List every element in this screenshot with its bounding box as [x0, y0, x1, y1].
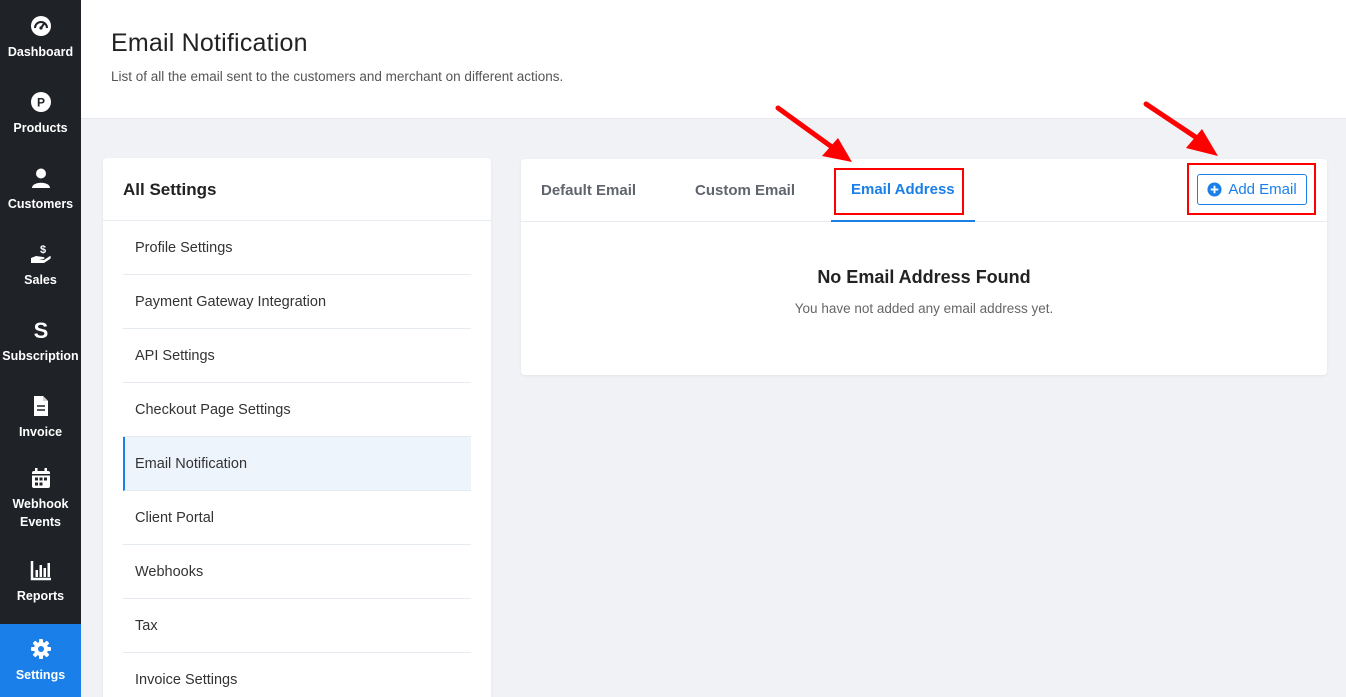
- settings-item-invoice-settings[interactable]: Invoice Settings: [123, 653, 471, 697]
- settings-item-api-settings[interactable]: API Settings: [123, 329, 471, 383]
- settings-item-webhooks[interactable]: Webhooks: [123, 545, 471, 599]
- settings-item-checkout-page-settings[interactable]: Checkout Page Settings: [123, 383, 471, 437]
- user-icon: [30, 167, 52, 189]
- empty-state-title: No Email Address Found: [817, 267, 1031, 287]
- product-p-icon: P: [30, 91, 52, 113]
- sidebar-item-products[interactable]: P Products: [0, 76, 81, 152]
- settings-list: Profile Settings Payment Gateway Integra…: [123, 221, 471, 697]
- sidebar-item-webhook-events[interactable]: Webhook Events: [0, 456, 81, 542]
- annotation-highlight-add-button: [1187, 163, 1316, 215]
- sidebar-item-label: Invoice: [18, 425, 63, 439]
- sidebar-item-customers[interactable]: Customers: [0, 152, 81, 228]
- sidebar-item-invoice[interactable]: Invoice: [0, 380, 81, 456]
- sidebar-item-label: Dashboard: [7, 45, 74, 59]
- tab-default-email[interactable]: Default Email: [541, 159, 636, 222]
- gauge-icon: [30, 15, 52, 37]
- annotation-arrow-icon: [775, 105, 852, 162]
- sidebar-item-label: Webhook Events: [12, 497, 69, 529]
- settings-item-profile-settings[interactable]: Profile Settings: [123, 221, 471, 275]
- annotation-highlight-tab: [834, 168, 964, 215]
- page-subtitle: List of all the email sent to the custom…: [111, 69, 564, 84]
- sidebar-item-label: Subscription: [2, 349, 79, 363]
- sidebar-item-dashboard[interactable]: Dashboard: [0, 0, 81, 76]
- gear-icon: [30, 638, 52, 660]
- empty-state-description: You have not added any email address yet…: [794, 301, 1054, 316]
- sidebar-item-label: Customers: [7, 197, 74, 211]
- sidebar-item-label: Settings: [15, 667, 66, 682]
- settings-item-email-notification[interactable]: Email Notification: [123, 437, 471, 491]
- sidebar-item-label: Sales: [24, 273, 57, 287]
- calendar-icon: [30, 467, 52, 489]
- settings-item-payment-gateway-integration[interactable]: Payment Gateway Integration: [123, 275, 471, 329]
- sidebar-item-subscription[interactable]: S Subscription: [0, 304, 81, 380]
- sidebar: Dashboard P Products Customers $ Sales S…: [0, 0, 81, 697]
- annotation-arrow-icon: [1143, 101, 1218, 156]
- svg-text:S: S: [33, 319, 48, 341]
- sidebar-item-reports[interactable]: Reports: [0, 544, 81, 620]
- svg-text:$: $: [39, 244, 45, 256]
- sidebar-item-label: Reports: [16, 589, 65, 603]
- sidebar-item-label: Products: [13, 121, 68, 135]
- settings-heading: All Settings: [103, 158, 491, 221]
- hand-dollar-icon: $: [30, 243, 52, 265]
- svg-text:P: P: [36, 96, 44, 110]
- sidebar-item-settings[interactable]: Settings: [0, 624, 81, 697]
- settings-menu-card: All Settings Profile Settings Payment Ga…: [103, 158, 491, 697]
- settings-item-tax[interactable]: Tax: [123, 599, 471, 653]
- page-title: Email Notification: [111, 29, 308, 57]
- bar-chart-icon: [30, 559, 52, 581]
- document-icon: [30, 395, 52, 417]
- settings-item-client-portal[interactable]: Client Portal: [123, 491, 471, 545]
- subscription-s-icon: S: [30, 319, 52, 341]
- sidebar-item-sales[interactable]: $ Sales: [0, 228, 81, 304]
